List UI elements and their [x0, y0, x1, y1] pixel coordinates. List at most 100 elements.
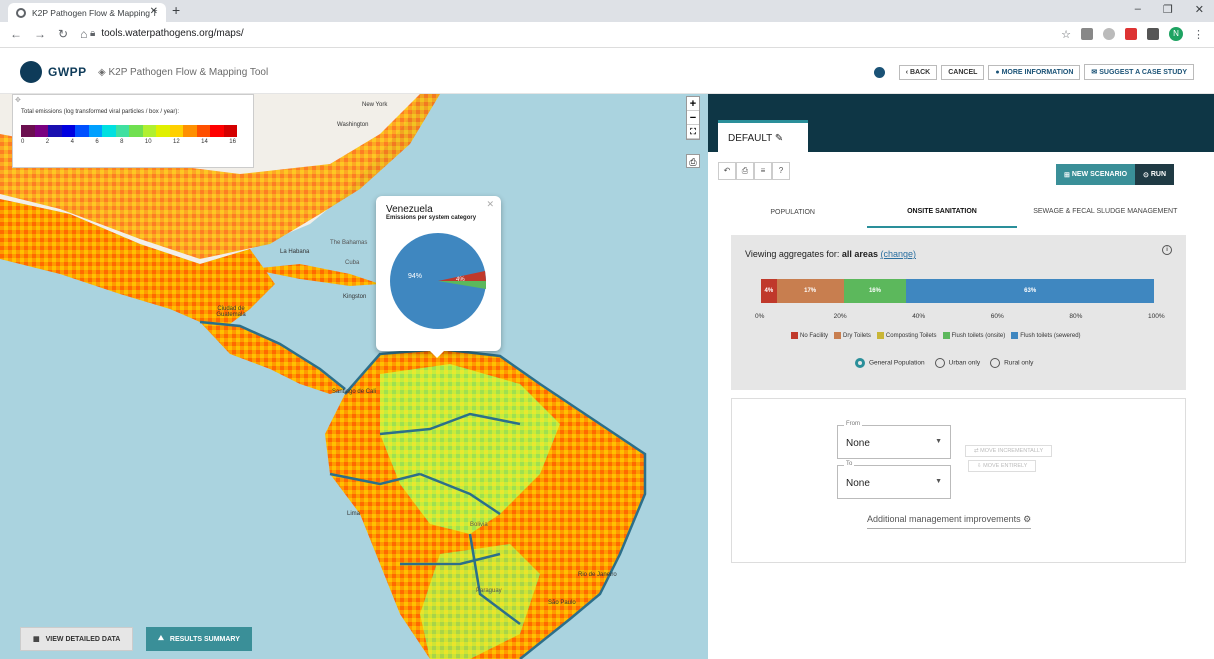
popup-subtitle: Emissions per system category — [386, 215, 477, 221]
gwpp-logo[interactable]: GWPP — [20, 61, 87, 83]
drag-handle-icon[interactable]: ✥ — [15, 96, 21, 104]
legend-swatch — [142, 125, 156, 137]
percent-tick: 80% — [1069, 313, 1083, 320]
percent-tick: 20% — [833, 313, 847, 320]
legend-tick: 2 — [45, 139, 50, 145]
tab-onsite-sanitation[interactable]: ONSITE SANITATION — [867, 196, 1017, 228]
puzzle-icon[interactable] — [1147, 28, 1159, 40]
view-detailed-data-button[interactable]: ▦ VIEW DETAILED DATA — [20, 627, 134, 651]
legend-swatch — [61, 125, 75, 137]
minimize-icon[interactable]: – — [1135, 3, 1141, 16]
tab-sewage-fecal-sludge[interactable]: SEWAGE & FECAL SLUDGE MANAGEMENT — [1017, 196, 1194, 228]
dropdown-arrow-icon: ▼ — [935, 478, 942, 485]
legend-swatch — [75, 125, 89, 137]
population-radios: General Population Urban only Rural only — [855, 358, 1033, 368]
move-entirely-button[interactable]: ⇩ MOVE ENTIRELY — [968, 460, 1037, 472]
tab-default[interactable]: DEFAULT ✎ — [718, 120, 808, 152]
radio-rural[interactable]: Rural only — [990, 358, 1033, 368]
to-value: None — [846, 478, 870, 489]
zoom-controls: + − ⛶ — [686, 96, 700, 140]
help-icon[interactable]: ? — [772, 162, 790, 180]
close-window-icon[interactable]: ✕ — [1195, 3, 1204, 16]
label-sao-paulo: São Paulo — [548, 600, 576, 606]
profile-avatar[interactable]: N — [1169, 27, 1183, 41]
map-area[interactable]: ✥ Total emissions (log transformed viral… — [0, 94, 708, 659]
dropdown-arrow-icon: ▼ — [935, 438, 942, 445]
label-lima: Lima — [347, 511, 361, 517]
browser-tab[interactable]: K2P Pathogen Flow & Mapping T ✕ — [8, 3, 166, 22]
from-select[interactable]: From None ▼ — [837, 421, 951, 459]
legend-swatch — [156, 125, 170, 137]
pencil-icon[interactable]: ✎ — [775, 133, 783, 144]
cancel-button[interactable]: CANCEL — [941, 64, 985, 80]
restore-icon[interactable]: ❐ — [1163, 3, 1173, 16]
radio-urban[interactable]: Urban only — [934, 358, 980, 368]
stacked-bar-segment: 16% — [843, 279, 907, 303]
legend-tick: 10 — [144, 139, 152, 145]
language-globe-icon[interactable] — [873, 66, 885, 78]
stacked-bar-segment: 4% — [761, 279, 777, 303]
legend-tick: 4 — [70, 139, 74, 145]
legend-swatch — [102, 125, 116, 137]
table-icon: ▦ — [33, 636, 40, 643]
panel-tabs: POPULATION ONSITE SANITATION SEWAGE & FE… — [718, 196, 1194, 228]
from-value: None — [846, 438, 870, 449]
legend-tick: 6 — [95, 139, 99, 145]
to-select[interactable]: To None ▼ — [837, 461, 951, 499]
aggregates-box: Viewing aggregates for: all areas (chang… — [731, 235, 1186, 390]
back-arrow-icon[interactable]: ← — [10, 27, 22, 41]
print-icon[interactable]: ⎙ — [736, 162, 754, 180]
close-popup-icon[interactable]: ✕ — [486, 199, 494, 210]
central-america-heat — [200, 322, 345, 394]
url-text: tools.waterpathogens.org/maps/ — [101, 28, 244, 39]
new-tab-icon[interactable]: + — [172, 2, 180, 18]
label-kingston: Kingston — [343, 294, 367, 300]
print-map-icon[interactable]: ⎙ — [686, 154, 700, 168]
results-summary-button[interactable]: ⛰ RESULTS SUMMARY — [146, 627, 252, 651]
chart-icon: ⛰ — [158, 635, 164, 642]
radio-general[interactable]: General Population — [855, 358, 925, 368]
forward-arrow-icon[interactable]: → — [34, 27, 46, 41]
url-field[interactable]: 🔒︎ tools.waterpathogens.org/maps/ — [90, 28, 244, 39]
menu-dots-icon[interactable]: ⋮ — [1193, 28, 1204, 41]
fullscreen-icon[interactable]: ⛶ — [687, 125, 699, 139]
to-label: To — [844, 461, 855, 467]
close-tab-icon[interactable]: ✕ — [150, 6, 158, 17]
back-button[interactable]: ‹ BACK — [898, 64, 938, 80]
pie-label-small: 4% — [456, 277, 465, 283]
list-icon[interactable]: ≡ — [754, 162, 772, 180]
percent-tick: 0% — [755, 313, 765, 320]
from-label: From — [844, 421, 862, 427]
percent-tick: 40% — [912, 313, 926, 320]
change-link[interactable]: (change) — [880, 249, 916, 259]
extension-icon[interactable] — [1125, 28, 1137, 40]
home-icon[interactable]: ⌂ — [80, 27, 87, 41]
suggest-case-study-button[interactable]: ✉ SUGGEST A CASE STUDY — [1084, 64, 1194, 80]
tab-population[interactable]: POPULATION — [718, 196, 867, 228]
undo-icon[interactable]: ↶ — [718, 162, 736, 180]
label-rio: Rio de Janeiro — [578, 572, 617, 578]
info-icon[interactable]: i — [1162, 245, 1172, 255]
zoom-in-button[interactable]: + — [687, 97, 699, 111]
panel-toolbar: ↶ ⎙ ≡ ? — [718, 162, 790, 180]
extension-icon[interactable] — [1103, 28, 1115, 40]
zoom-out-button[interactable]: − — [687, 111, 699, 125]
legend-tick: 12 — [173, 139, 180, 145]
additional-improvements-link[interactable]: Additional management improvements ⚙ — [867, 514, 1032, 529]
new-scenario-button[interactable]: ⊞ NEW SCENARIO — [1056, 164, 1136, 185]
bar-legend-item: Composting Toilets — [876, 332, 937, 339]
emissions-legend: ✥ Total emissions (log transformed viral… — [12, 94, 254, 168]
scenario-actions: ⊞ NEW SCENARIO ⊙ RUN — [1056, 164, 1175, 185]
bar-legend-item: Flush toilets (sewered) — [1011, 332, 1081, 339]
run-button[interactable]: ⊙ RUN — [1135, 164, 1175, 185]
more-information-button[interactable]: ● MORE INFORMATION — [988, 64, 1081, 80]
move-incrementally-button[interactable]: ⇄ MOVE INCREMENTALLY — [965, 445, 1053, 457]
reload-icon[interactable]: ↻ — [58, 27, 68, 41]
lock-icon: 🔒︎ — [90, 28, 96, 39]
bar-legend-item: Dry Toilets — [834, 332, 871, 339]
legend-color-bar — [21, 125, 245, 137]
extension-icon[interactable] — [1081, 28, 1093, 40]
bar-legend-item: No Facility — [791, 332, 828, 339]
legend-ticks: 0 2 4 6 8 10 12 14 16 — [21, 139, 236, 145]
star-icon[interactable]: ☆ — [1061, 28, 1071, 41]
